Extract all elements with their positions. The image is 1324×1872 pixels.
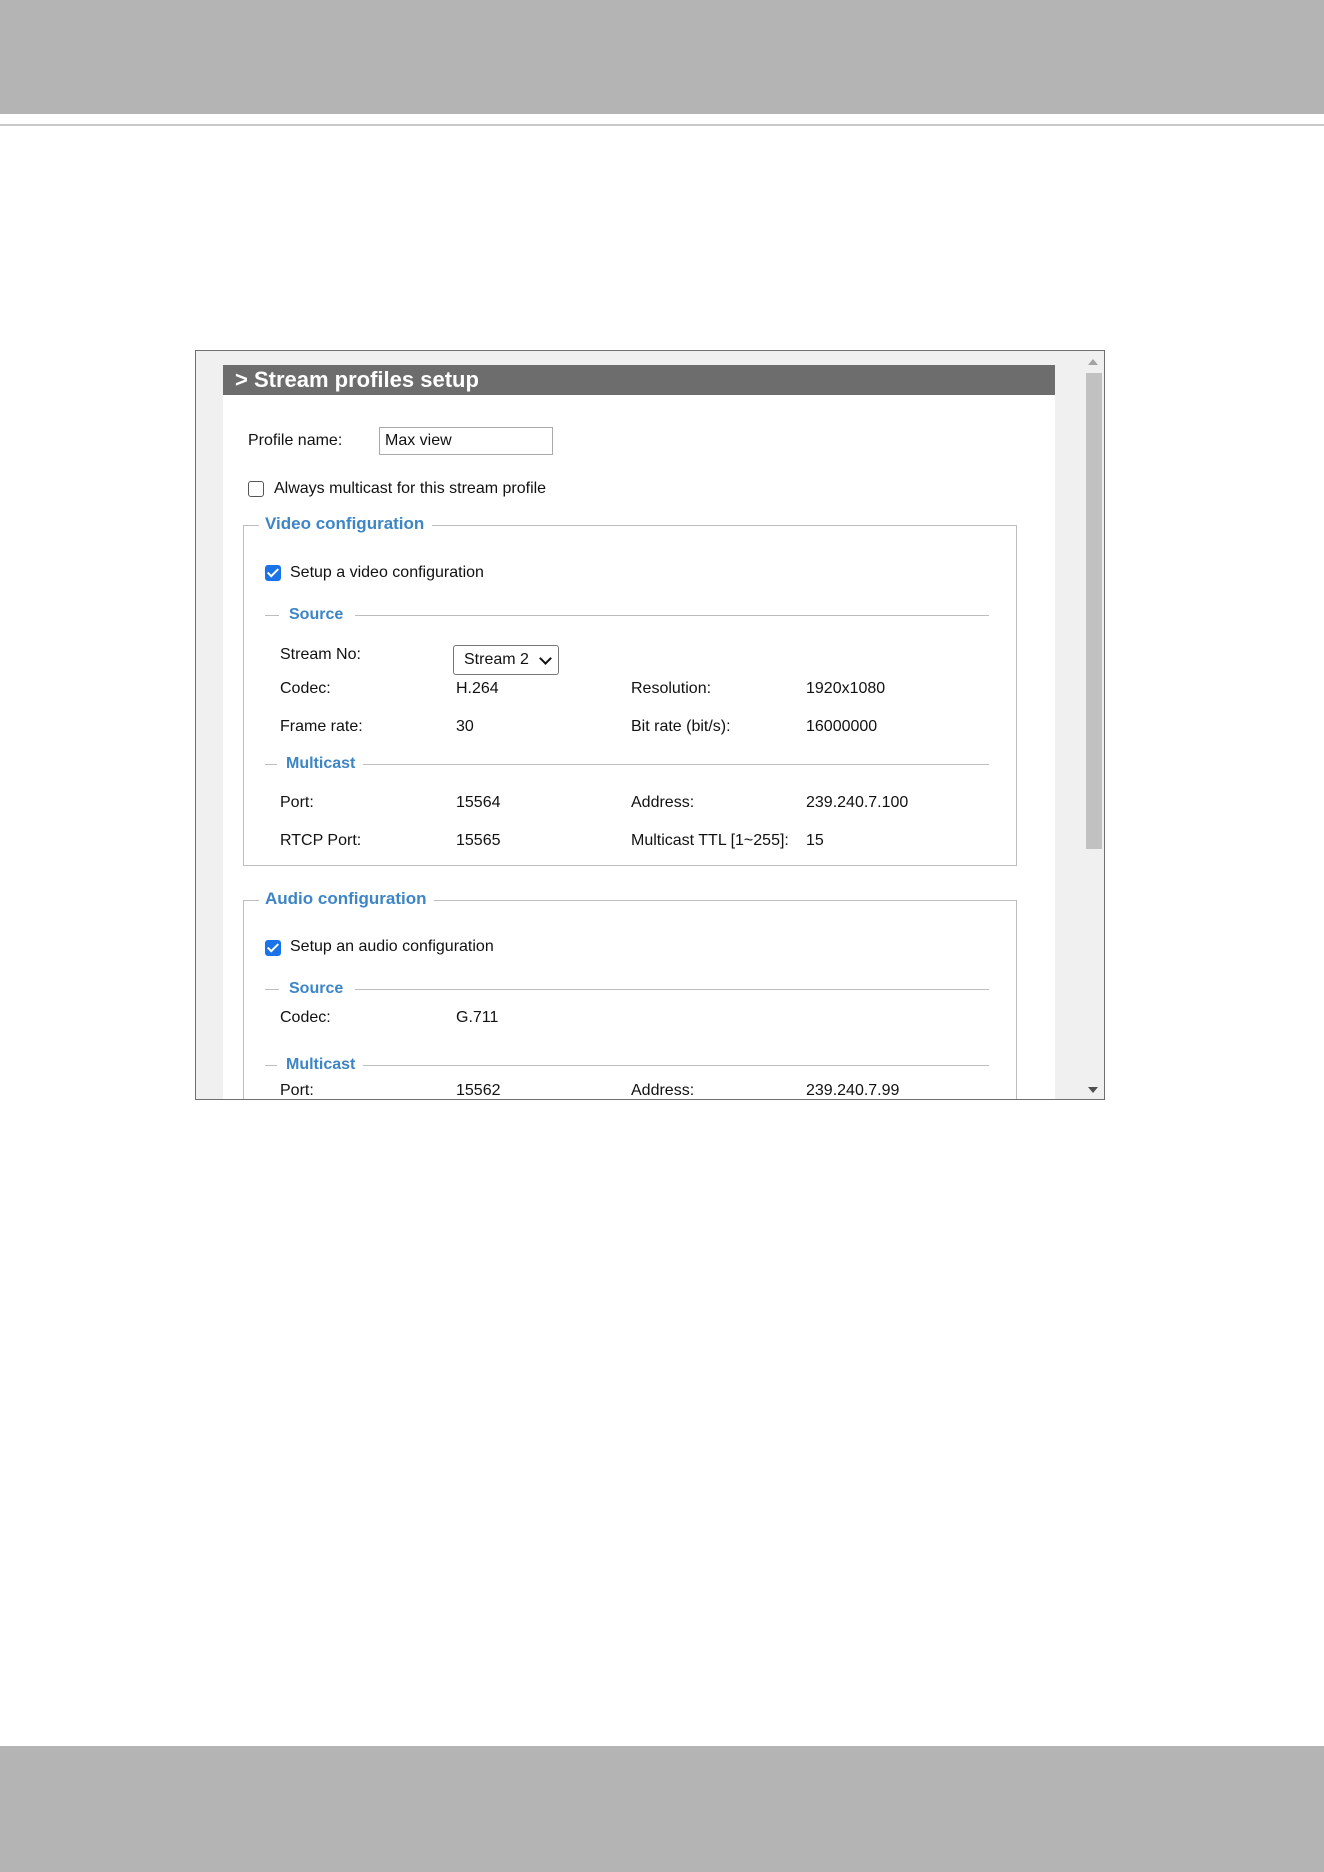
codec-value: H.264 bbox=[456, 680, 499, 697]
profile-name-input[interactable] bbox=[379, 427, 553, 455]
bit-rate-value: 16000000 bbox=[806, 718, 878, 735]
audio-address-value: 239.240.7.99 bbox=[806, 1082, 900, 1099]
footer-band bbox=[0, 1746, 1324, 1872]
vertical-scrollbar[interactable] bbox=[1081, 351, 1104, 1099]
video-address-label: Address: bbox=[631, 794, 695, 811]
rtcp-port-label: RTCP Port: bbox=[280, 832, 362, 849]
audio-port-label: Port: bbox=[280, 1082, 314, 1099]
stream-no-selected: Stream 2 bbox=[464, 651, 529, 668]
profile-name-label: Profile name: bbox=[248, 432, 343, 449]
multicast-ttl-value: 15 bbox=[806, 832, 824, 849]
scrollbar-thumb[interactable] bbox=[1086, 373, 1102, 849]
audio-multicast-heading-text: Multicast bbox=[286, 1056, 356, 1073]
video-address-value: 239.240.7.100 bbox=[806, 794, 909, 811]
bit-rate-label: Bit rate (bit/s): bbox=[631, 718, 731, 735]
audio-setup-label: Setup an audio configuration bbox=[290, 938, 494, 955]
frame-rate-value: 30 bbox=[456, 718, 474, 735]
video-multicast-heading-text: Multicast bbox=[286, 755, 356, 772]
audio-address-label: Address: bbox=[631, 1082, 695, 1099]
resolution-label: Resolution: bbox=[631, 680, 712, 697]
video-port-value: 15564 bbox=[456, 794, 501, 811]
video-setup-label: Setup a video configuration bbox=[290, 564, 484, 581]
header-band bbox=[0, 0, 1324, 114]
page-title: > Stream profiles setup bbox=[223, 365, 1055, 395]
video-configuration-legend: Video configuration bbox=[259, 514, 433, 534]
stream-no-label: Stream No: bbox=[280, 646, 361, 663]
audio-codec-label: Codec: bbox=[280, 1009, 331, 1026]
audio-port-value: 15562 bbox=[456, 1082, 501, 1099]
frame-rate-label: Frame rate: bbox=[280, 718, 363, 735]
chevron-down-icon bbox=[539, 652, 552, 665]
audio-source-heading-text: Source bbox=[289, 980, 344, 997]
resolution-value: 1920x1080 bbox=[806, 680, 886, 697]
audio-source-heading: Source bbox=[265, 979, 989, 999]
codec-label: Codec: bbox=[280, 680, 331, 697]
scroll-up-arrow-icon[interactable] bbox=[1088, 359, 1098, 365]
always-multicast-checkbox[interactable] bbox=[248, 481, 264, 497]
header-rule bbox=[0, 124, 1324, 126]
rtcp-port-value: 15565 bbox=[456, 832, 501, 849]
scroll-down-arrow-icon[interactable] bbox=[1088, 1087, 1098, 1093]
video-multicast-heading: Multicast bbox=[265, 754, 989, 774]
audio-multicast-heading: Multicast bbox=[265, 1055, 989, 1075]
video-source-heading-text: Source bbox=[289, 606, 344, 623]
document-page: > Stream profiles setup Profile name: Al… bbox=[0, 0, 1324, 1872]
video-setup-checkbox[interactable] bbox=[265, 565, 281, 581]
audio-setup-checkbox[interactable] bbox=[265, 940, 281, 956]
audio-configuration-legend: Audio configuration bbox=[259, 889, 435, 909]
always-multicast-label: Always multicast for this stream profile bbox=[274, 480, 547, 497]
multicast-ttl-label: Multicast TTL [1~255]: bbox=[631, 832, 789, 849]
video-port-label: Port: bbox=[280, 794, 314, 811]
settings-panel: > Stream profiles setup Profile name: Al… bbox=[223, 365, 1055, 1099]
stream-profiles-window: > Stream profiles setup Profile name: Al… bbox=[195, 350, 1105, 1100]
stream-no-select[interactable]: Stream 2 bbox=[453, 645, 559, 675]
audio-codec-value: G.711 bbox=[456, 1009, 499, 1026]
video-source-heading: Source bbox=[265, 605, 989, 625]
